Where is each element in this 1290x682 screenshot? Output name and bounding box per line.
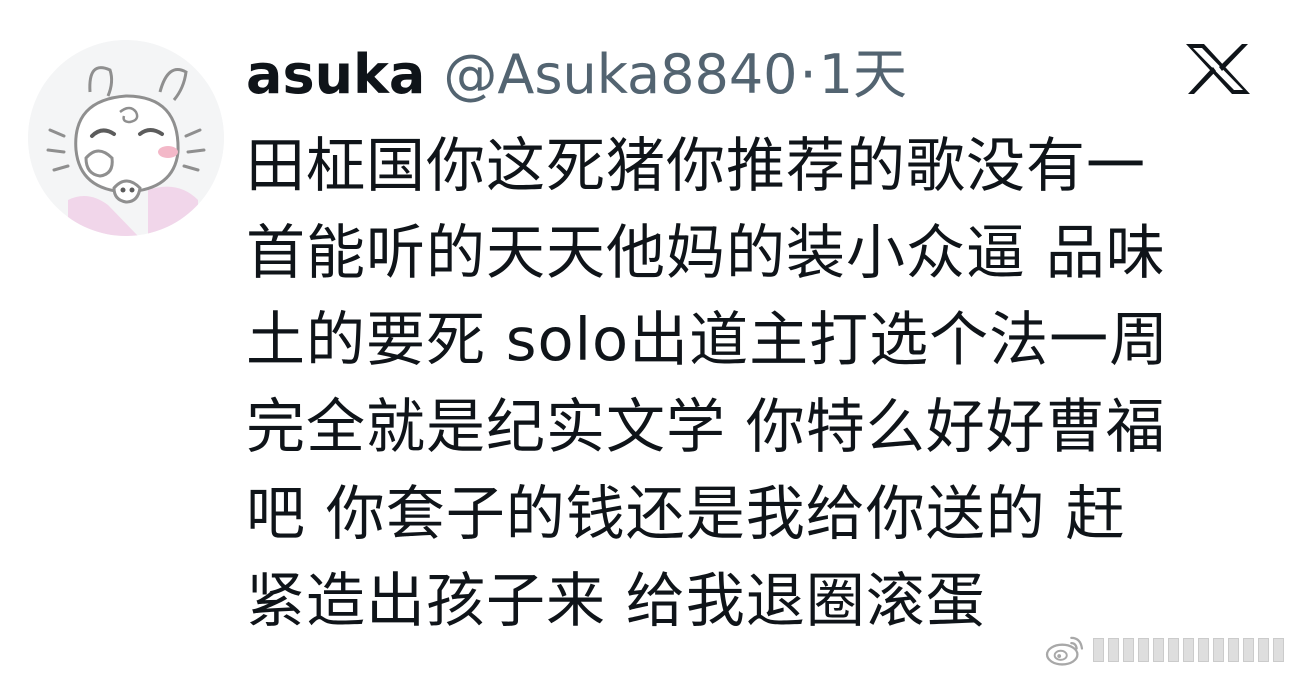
- tweet-timestamp[interactable]: 1天: [819, 48, 907, 102]
- watermark: [1044, 622, 1284, 678]
- tweet-header: asuka @Asuka8840 · 1天: [246, 40, 907, 110]
- avatar[interactable]: [28, 40, 224, 236]
- separator-dot: ·: [799, 43, 817, 106]
- x-logo-icon[interactable]: [1180, 40, 1256, 98]
- weibo-logo-icon: [1045, 636, 1084, 666]
- author-handle[interactable]: @Asuka8840: [443, 48, 797, 102]
- watermark-redacted-text: [1093, 638, 1284, 662]
- cartoon-character-avatar-icon: [28, 40, 224, 236]
- author-display-name[interactable]: asuka: [246, 48, 425, 102]
- tweet-text: 田柾国你这死猪你推荐的歌没有一 首能听的天天他妈的装小众逼 品味 土的要死 so…: [246, 131, 1170, 635]
